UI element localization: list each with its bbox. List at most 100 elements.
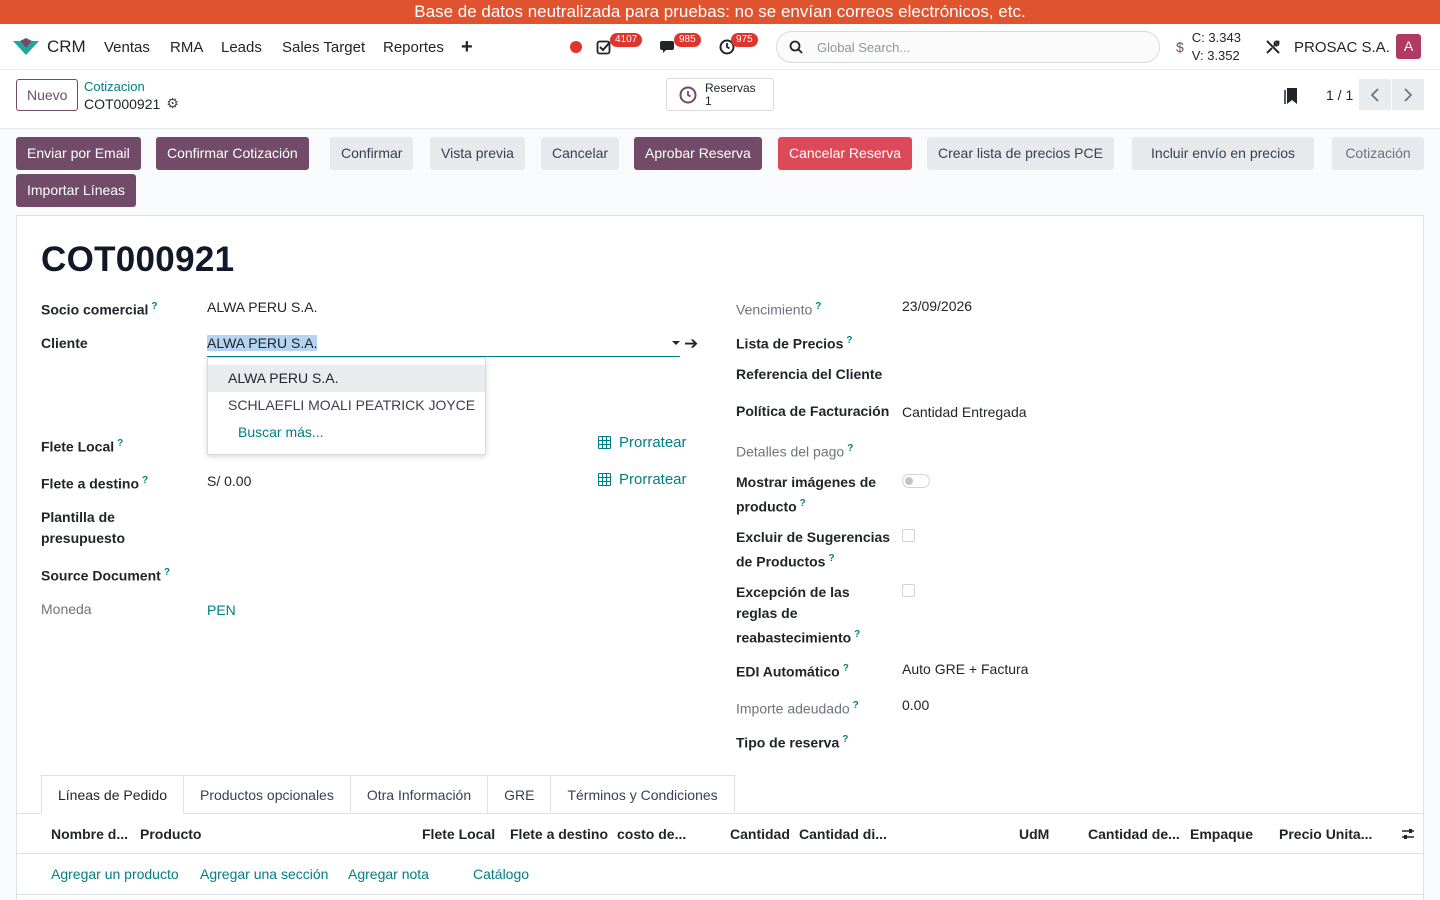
help-tooltip-icon[interactable]: ? — [142, 475, 148, 486]
help-tooltip-icon[interactable]: ? — [800, 498, 806, 509]
global-search-box[interactable] — [776, 31, 1160, 63]
quick-create-plus-icon[interactable]: + — [461, 24, 473, 70]
cliente-field[interactable]: ALWA PERU S.A. — [207, 333, 680, 357]
help-tooltip-icon[interactable]: ? — [847, 443, 853, 454]
column-header[interactable]: UdM — [1019, 814, 1049, 854]
help-tooltip-icon[interactable]: ? — [151, 301, 157, 312]
activities-systray[interactable] — [596, 24, 612, 70]
mostrar-imagenes-toggle[interactable] — [902, 474, 930, 488]
column-header[interactable]: costo de... — [617, 814, 686, 854]
exchange-rates[interactable]: $ C: 3.343 V: 3.352 — [1176, 28, 1241, 66]
company-switcher[interactable]: PROSAC S.A. — [1294, 24, 1390, 70]
tab-lineas-pedido[interactable]: Líneas de Pedido — [41, 775, 184, 814]
politica-facturacion-value[interactable]: Cantidad Entregada — [902, 402, 1027, 423]
cancel-reservation-button[interactable]: Cancelar Reserva — [778, 137, 913, 170]
bookmark-icon[interactable] — [1284, 87, 1298, 108]
preview-button[interactable]: Vista previa — [430, 137, 525, 170]
help-tooltip-icon[interactable]: ? — [853, 700, 859, 711]
search-more-link[interactable]: Buscar más... — [208, 419, 485, 446]
tab-productos-opcionales[interactable]: Productos opcionales — [183, 775, 351, 814]
flete-destino-value[interactable]: S/ 0.00 — [207, 471, 251, 492]
messages-badge: 985 — [674, 33, 701, 47]
import-lines-button[interactable]: Importar Líneas — [16, 174, 137, 207]
add-product-link[interactable]: Agregar un producto — [51, 866, 179, 882]
menu-reportes[interactable]: Reportes — [383, 24, 444, 70]
column-settings-icon[interactable] — [1401, 827, 1415, 841]
pager-value[interactable]: 1 / 1 — [1326, 87, 1353, 103]
tab-terminos-condiciones[interactable]: Términos y Condiciones — [551, 775, 735, 814]
socio-comercial-label: Socio comercial? — [41, 301, 158, 318]
socio-comercial-value[interactable]: ALWA PERU S.A. — [207, 297, 317, 318]
table-bottom-divider — [17, 894, 1423, 895]
excepcion-reglas-checkbox[interactable] — [902, 584, 915, 597]
app-name[interactable]: CRM — [47, 24, 86, 70]
edi-automatico-label: EDI Automático? — [736, 663, 849, 680]
notebook-tabs: Líneas de Pedido Productos opcionales Ot… — [41, 775, 735, 814]
column-header[interactable]: Nombre d... — [51, 814, 128, 854]
vencimiento-value[interactable]: 23/09/2026 — [902, 296, 972, 317]
column-header[interactable]: Precio Unita... — [1279, 814, 1372, 854]
reservas-smart-button[interactable]: Reservas 1 — [666, 78, 774, 111]
timer-systray[interactable] — [719, 24, 735, 70]
menu-leads[interactable]: Leads — [221, 24, 262, 70]
help-tooltip-icon[interactable]: ? — [842, 734, 848, 745]
column-header[interactable]: Empaque — [1190, 814, 1253, 854]
send-email-button[interactable]: Enviar por Email — [16, 137, 141, 170]
include-shipping-button[interactable]: Incluir envío en precios — [1132, 137, 1314, 170]
prorratear-local-button[interactable]: Prorratear — [598, 434, 687, 451]
menu-sales-target[interactable]: Sales Target — [282, 24, 365, 70]
gear-icon[interactable]: ⚙ — [166, 95, 179, 112]
help-tooltip-icon[interactable]: ? — [854, 629, 860, 640]
pager-next-icon[interactable] — [1392, 79, 1424, 110]
tab-otra-informacion[interactable]: Otra Información — [350, 775, 489, 814]
menu-rma[interactable]: RMA — [170, 24, 203, 70]
column-header[interactable]: Producto — [140, 814, 201, 854]
breadcrumb-parent[interactable]: Cotizacion — [84, 79, 145, 94]
excluir-sugerencias-label: Excluir de Sugerencias de Productos? — [736, 529, 891, 570]
approve-reservation-button[interactable]: Aprobar Reserva — [634, 137, 762, 170]
calculator-icon — [598, 473, 611, 486]
moneda-value[interactable]: PEN — [207, 600, 236, 621]
breadcrumb-current: COT000921 ⚙ — [84, 95, 179, 112]
column-header[interactable]: Cantidad — [730, 814, 790, 854]
crm-logo-icon[interactable] — [12, 24, 40, 70]
arrow-right-icon[interactable]: ➔ — [684, 334, 698, 354]
cliente-label: Cliente — [41, 335, 88, 351]
prorratear-destino-button[interactable]: Prorratear — [598, 471, 687, 488]
top-navbar: CRM Ventas RMA Leads Sales Target Report… — [0, 24, 1440, 70]
help-tooltip-icon[interactable]: ? — [843, 663, 849, 674]
add-section-link[interactable]: Agregar una sección — [200, 866, 328, 882]
dropdown-option[interactable]: SCHLAEFLI MOALI PEATRICK JOYCE — [208, 392, 485, 419]
messages-systray[interactable] — [660, 24, 678, 70]
flete-destino-label: Flete a destino? — [41, 475, 149, 492]
user-avatar[interactable]: A — [1396, 34, 1421, 59]
confirm-button[interactable]: Confirmar — [330, 137, 414, 170]
catalog-link[interactable]: Catálogo — [473, 866, 529, 882]
new-button[interactable]: Nuevo — [16, 79, 79, 111]
add-note-link[interactable]: Agregar nota — [348, 866, 429, 882]
global-search-input[interactable] — [817, 39, 1137, 55]
column-header[interactable]: Flete a destino — [510, 814, 608, 854]
dropdown-option[interactable]: ALWA PERU S.A. — [208, 365, 485, 392]
excluir-sugerencias-checkbox[interactable] — [902, 529, 915, 542]
edi-automatico-value[interactable]: Auto GRE + Factura — [902, 659, 1028, 680]
column-header[interactable]: Cantidad di... — [799, 814, 887, 854]
cliente-input-value[interactable]: ALWA PERU S.A. — [207, 335, 318, 351]
recording-dot-icon[interactable] — [570, 24, 582, 70]
help-tooltip-icon[interactable]: ? — [846, 335, 852, 346]
menu-ventas[interactable]: Ventas — [104, 24, 150, 70]
column-header[interactable]: Flete Local — [422, 814, 495, 854]
column-header[interactable]: Cantidad de... — [1088, 814, 1180, 854]
help-tooltip-icon[interactable]: ? — [815, 301, 821, 312]
tools-icon[interactable] — [1265, 24, 1281, 70]
create-pricelist-button[interactable]: Crear lista de precios PCE — [927, 137, 1114, 170]
help-tooltip-icon[interactable]: ? — [117, 438, 123, 449]
status-quotation[interactable]: Cotización — [1332, 137, 1424, 170]
help-tooltip-icon[interactable]: ? — [164, 567, 170, 578]
tab-gre[interactable]: GRE — [488, 775, 552, 814]
chevron-down-icon[interactable] — [672, 341, 680, 345]
help-tooltip-icon[interactable]: ? — [828, 553, 834, 564]
confirm-quotation-button[interactable]: Confirmar Cotización — [156, 137, 309, 170]
cancel-button[interactable]: Cancelar — [541, 137, 620, 170]
pager-previous-icon[interactable] — [1359, 79, 1391, 110]
